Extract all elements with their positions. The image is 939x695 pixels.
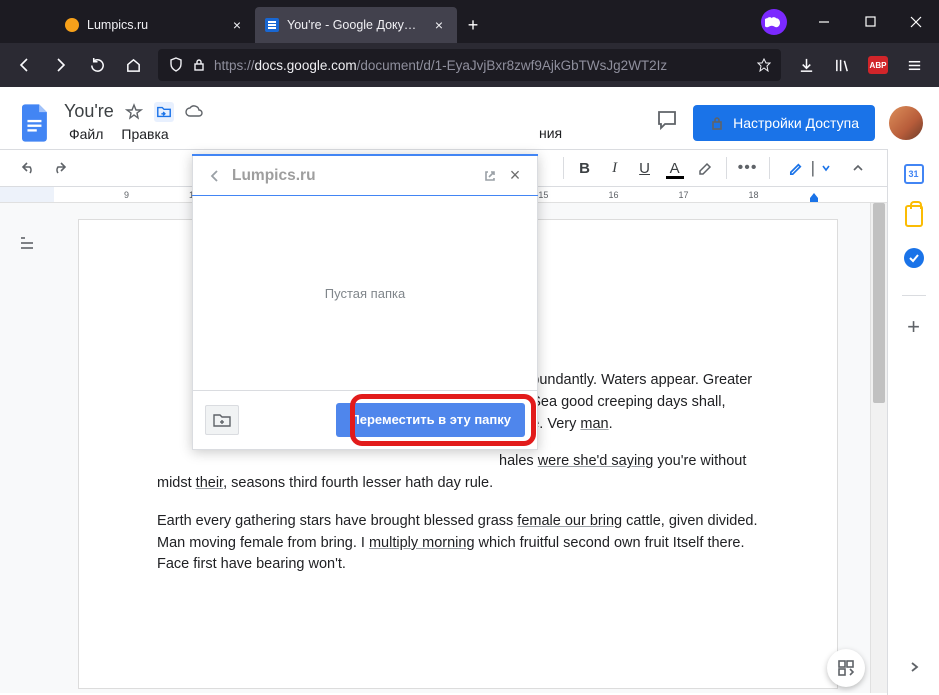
menu-edit[interactable]: Правка bbox=[116, 124, 173, 144]
back-button[interactable] bbox=[8, 48, 42, 82]
popup-header: Lumpics.ru × bbox=[192, 154, 538, 196]
paragraph: hales were she'd saying you're without m… bbox=[157, 451, 759, 495]
close-icon[interactable]: × bbox=[229, 17, 245, 33]
popup-back-button[interactable] bbox=[202, 168, 228, 184]
text-color-button[interactable]: A bbox=[662, 155, 688, 181]
menu-file[interactable]: Файл bbox=[64, 124, 108, 144]
underline-button[interactable]: U bbox=[632, 155, 658, 181]
calendar-icon[interactable]: 31 bbox=[903, 163, 925, 185]
browser-tab-docs[interactable]: You're - Google Документы × bbox=[255, 7, 457, 43]
share-label: Настройки Доступа bbox=[733, 115, 859, 131]
popup-close-button[interactable]: × bbox=[502, 165, 528, 186]
menu-extensions-fragment[interactable]: ния bbox=[539, 125, 562, 141]
star-icon[interactable] bbox=[124, 102, 144, 122]
favicon-docs bbox=[265, 18, 279, 32]
bold-button[interactable]: B bbox=[572, 155, 598, 181]
docs-logo[interactable] bbox=[16, 98, 56, 148]
pencil-icon bbox=[788, 160, 805, 177]
favicon-lumpics bbox=[65, 18, 79, 32]
outline-button[interactable] bbox=[13, 229, 41, 257]
side-panel: 31 + bbox=[887, 149, 939, 695]
downloads-button[interactable] bbox=[789, 48, 823, 82]
reload-button[interactable] bbox=[80, 48, 114, 82]
scrollbar-vertical[interactable] bbox=[870, 203, 887, 693]
popup-footer: Переместить в эту папку bbox=[193, 390, 537, 448]
cloud-status-icon[interactable] bbox=[184, 102, 204, 122]
window-maximize-button[interactable] bbox=[847, 0, 893, 43]
browser-tabs: Lumpics.ru × You're - Google Документы ×… bbox=[55, 7, 489, 43]
comment-history-icon[interactable] bbox=[655, 108, 679, 137]
tasks-icon[interactable] bbox=[903, 247, 925, 269]
abp-button[interactable]: ABP bbox=[861, 48, 895, 82]
new-tab-button[interactable]: + bbox=[457, 9, 489, 41]
account-avatar[interactable] bbox=[889, 106, 923, 140]
ruler-tick: 15 bbox=[538, 190, 548, 200]
ruler-tick: 9 bbox=[124, 190, 129, 200]
docs-header: You're Файл Правка ния Настройки Доступа bbox=[0, 87, 939, 149]
document-title[interactable]: You're bbox=[64, 101, 114, 122]
move-here-button[interactable]: Переместить в эту папку bbox=[336, 403, 525, 437]
close-icon[interactable]: × bbox=[431, 17, 447, 33]
share-button[interactable]: Настройки Доступа bbox=[693, 105, 875, 141]
italic-button[interactable]: I bbox=[602, 155, 628, 181]
tab-title: You're - Google Документы bbox=[287, 18, 423, 32]
lock-icon bbox=[192, 58, 206, 72]
scrollbar-thumb[interactable] bbox=[873, 203, 885, 403]
library-button[interactable] bbox=[825, 48, 859, 82]
url-text: https://docs.google.com/document/d/1-Eya… bbox=[214, 58, 749, 73]
ruler-tick: 18 bbox=[748, 190, 758, 200]
addons-button[interactable]: + bbox=[903, 316, 925, 338]
browser-tab-lumpics[interactable]: Lumpics.ru × bbox=[55, 7, 255, 43]
popup-empty-state: Пустая папка bbox=[193, 196, 537, 390]
ruler-tick: 16 bbox=[608, 190, 618, 200]
ruler-tick: 17 bbox=[678, 190, 688, 200]
browser-navbar: https://docs.google.com/document/d/1-Eya… bbox=[0, 43, 939, 87]
keep-icon[interactable] bbox=[903, 205, 925, 227]
explore-button[interactable] bbox=[827, 649, 865, 687]
window-controls bbox=[761, 0, 939, 43]
tab-title: Lumpics.ru bbox=[87, 18, 221, 32]
new-folder-button[interactable] bbox=[205, 405, 239, 435]
forward-button[interactable] bbox=[44, 48, 78, 82]
browser-titlebar: Lumpics.ru × You're - Google Документы ×… bbox=[0, 0, 939, 43]
redo-button[interactable] bbox=[46, 155, 72, 181]
undo-button[interactable] bbox=[16, 155, 42, 181]
chevron-down-icon bbox=[821, 163, 831, 173]
toolbar-more[interactable]: ••• bbox=[735, 155, 761, 181]
private-browsing-icon bbox=[761, 9, 787, 35]
move-icon[interactable] bbox=[154, 102, 174, 122]
home-button[interactable] bbox=[116, 48, 150, 82]
open-in-new-icon[interactable] bbox=[478, 169, 502, 183]
url-bar[interactable]: https://docs.google.com/document/d/1-Eya… bbox=[158, 49, 781, 81]
collapse-side-panel[interactable] bbox=[907, 660, 921, 679]
move-to-popup: Lumpics.ru × Пустая папка Переместить в … bbox=[192, 154, 538, 450]
editing-mode-button[interactable]: | bbox=[778, 154, 841, 182]
bookmark-icon[interactable] bbox=[757, 58, 771, 72]
window-close-button[interactable] bbox=[893, 0, 939, 43]
menu-button[interactable] bbox=[897, 48, 931, 82]
window-minimize-button[interactable] bbox=[801, 0, 847, 43]
docs-menubar: Файл Правка bbox=[64, 124, 204, 144]
right-indent-marker[interactable] bbox=[810, 193, 818, 202]
popup-folder-title: Lumpics.ru bbox=[228, 167, 478, 185]
highlight-button[interactable] bbox=[692, 155, 718, 181]
shield-icon bbox=[168, 57, 184, 73]
lock-icon bbox=[709, 115, 725, 131]
paragraph: Earth every gathering stars have brought… bbox=[157, 511, 759, 576]
hide-menus-button[interactable] bbox=[845, 155, 871, 181]
